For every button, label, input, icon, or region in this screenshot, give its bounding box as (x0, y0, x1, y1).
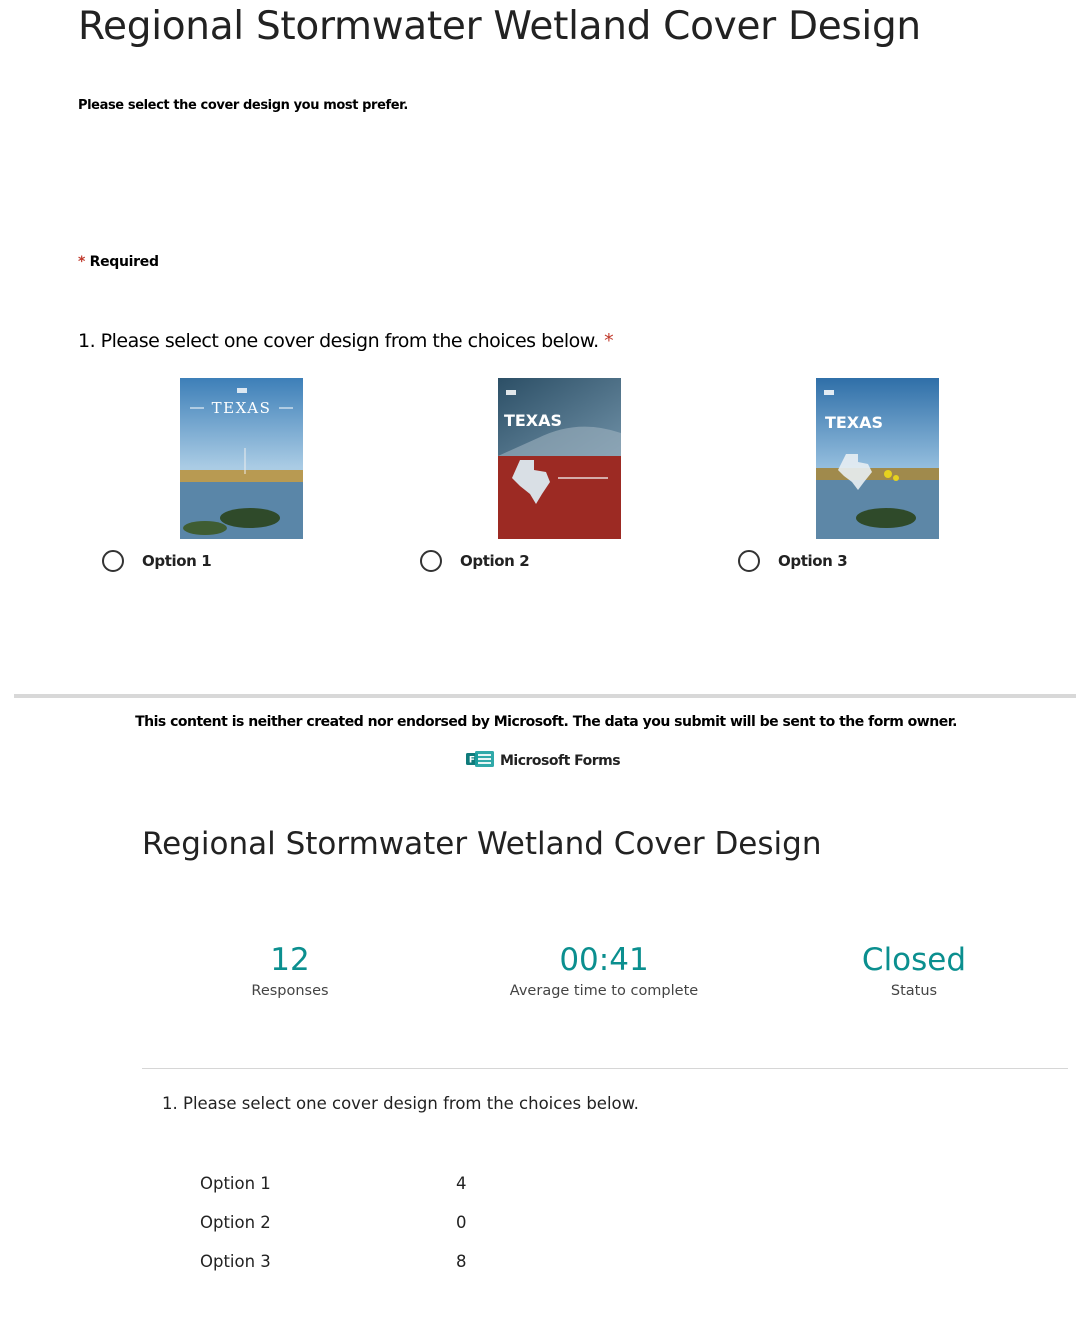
status-label: Status (890, 983, 938, 999)
microsoft-forms-icon: F (466, 751, 494, 771)
results-title: Regional Stormwater Wetland Cover Design (142, 826, 822, 862)
option-2-choice[interactable]: Option 2 (420, 550, 530, 572)
option-3-card: TEXAS Option 3 (738, 378, 939, 578)
option-3-label: Option 3 (778, 552, 848, 570)
average-time-value: 00:41 (559, 942, 649, 978)
responses-label: Responses (251, 983, 329, 999)
stat-average-time: 00:41 Average time to complete (464, 940, 744, 999)
stat-status: Closed Status (814, 940, 1014, 999)
option-3-choice[interactable]: Option 3 (738, 550, 848, 572)
option-1-cover-image: TEXAS (180, 378, 303, 539)
question-required-star: * (604, 330, 614, 352)
footer-divider (14, 694, 1076, 698)
option-1-choice[interactable]: Option 1 (102, 550, 212, 572)
footer-disclaimer: This content is neither created nor endo… (135, 714, 957, 730)
responses-count: 12 (270, 942, 310, 978)
status-value: Closed (861, 942, 967, 978)
result-count: 4 (456, 1174, 467, 1193)
footer-brand[interactable]: F Microsoft Forms (466, 751, 621, 771)
option-2-card: TEXAS Option 2 (420, 378, 621, 578)
result-option-label: Option 1 (200, 1174, 271, 1193)
result-count: 0 (456, 1213, 467, 1232)
form-description: Please select the cover design you most … (78, 98, 408, 113)
option-3-cover-image: TEXAS (816, 378, 939, 539)
required-star: * (78, 254, 86, 270)
brand-label: Microsoft Forms (500, 753, 621, 769)
svg-text:F: F (469, 756, 475, 766)
result-option-label: Option 3 (200, 1252, 271, 1271)
form-title: Regional Stormwater Wetland Cover Design (78, 4, 921, 49)
results-divider (142, 1068, 1068, 1069)
results-table: Option 1 4 Option 2 0 Option 3 8 (200, 1174, 467, 1291)
result-option-label: Option 2 (200, 1213, 271, 1232)
option-1-cover-title: TEXAS (212, 399, 272, 417)
question-text: 1. Please select one cover design from t… (78, 330, 599, 352)
table-row: Option 3 8 (200, 1252, 467, 1291)
option-2-cover-title: TEXAS (504, 411, 562, 430)
option-2-radio[interactable] (420, 550, 442, 572)
option-1-label: Option 1 (142, 552, 212, 570)
stat-responses: 12 Responses (190, 940, 390, 999)
question-1: 1. Please select one cover design from t… (78, 330, 614, 352)
average-time-label: Average time to complete (509, 983, 699, 999)
option-2-label: Option 2 (460, 552, 530, 570)
required-label: Required (89, 254, 159, 270)
required-note: * Required (78, 254, 159, 270)
results-question: 1. Please select one cover design from t… (162, 1094, 639, 1113)
option-3-radio[interactable] (738, 550, 760, 572)
option-1-radio[interactable] (102, 550, 124, 572)
table-row: Option 1 4 (200, 1174, 467, 1213)
option-1-card: TEXAS Option 1 (102, 378, 303, 578)
option-3-cover-title: TEXAS (825, 413, 883, 432)
table-row: Option 2 0 (200, 1213, 467, 1252)
result-count: 8 (456, 1252, 467, 1271)
option-2-cover-image: TEXAS (498, 378, 621, 539)
